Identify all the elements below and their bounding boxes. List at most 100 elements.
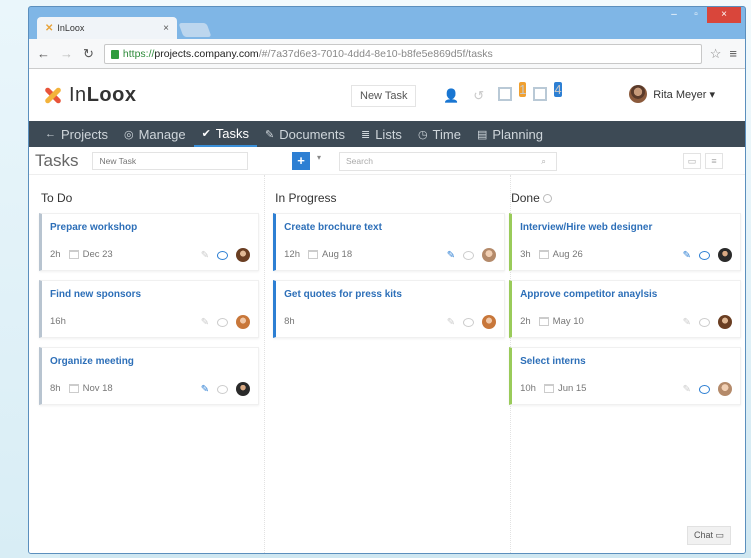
new-task-input[interactable] — [92, 151, 249, 170]
brand-logo[interactable]: In Loox — [41, 84, 136, 107]
task-title[interactable]: Interview/Hire web designer — [520, 222, 732, 233]
browser-menu-icon[interactable]: ≡ — [729, 46, 737, 61]
paperclip-icon[interactable]: ✎ — [683, 317, 691, 328]
info-icon[interactable] — [542, 194, 552, 203]
task-card[interactable]: Create brochure text 12h Aug 18 ✎ — [273, 213, 506, 271]
assignee-avatar[interactable] — [482, 315, 497, 329]
bookmark-star-icon[interactable]: ☆ — [710, 46, 722, 62]
list-view-icon[interactable]: ≡ — [705, 153, 723, 169]
assignee-avatar[interactable] — [718, 315, 733, 329]
notifications-icon[interactable]: 1 — [498, 82, 527, 104]
column-in-progress: In Progress Create brochure text 12h Aug … — [273, 175, 512, 553]
assignee-avatar[interactable] — [236, 315, 251, 329]
downloads-icon[interactable]: 4 — [533, 82, 562, 104]
tab-title: InLoox — [57, 23, 85, 33]
download-badge: 4 — [554, 82, 562, 97]
window-controls: – ▫ × — [663, 7, 741, 23]
calendar-icon — [68, 384, 79, 393]
paperclip-icon[interactable]: ✎ — [201, 384, 209, 395]
view-toggle: ▭ ≡ — [683, 153, 723, 169]
search-placeholder: Search — [346, 156, 373, 166]
assignee-avatar[interactable] — [236, 248, 251, 262]
back-arrow-icon[interactable]: ← — [37, 46, 50, 61]
add-user-icon[interactable]: 👤 — [443, 88, 459, 104]
url-input[interactable]: https://projects.company.com/#/7a37d6e3-… — [103, 43, 702, 64]
search-icon: ⌕ — [541, 156, 546, 166]
list-icon: ≣ — [360, 128, 371, 141]
column-divider — [264, 175, 266, 553]
forward-arrow-icon[interactable]: → — [60, 46, 73, 61]
user-menu[interactable]: Rita Meyer ▾ — [629, 85, 715, 103]
task-card[interactable]: Organize meeting 8h Nov 18 ✎ — [39, 347, 260, 405]
comment-icon[interactable] — [699, 317, 711, 327]
task-card[interactable]: Select interns 10h Jun 15 ✎ — [509, 347, 742, 405]
new-tab-button[interactable] — [178, 23, 212, 37]
minimize-button[interactable]: – — [663, 7, 685, 23]
nav-lists[interactable]: ≣ Lists — [353, 121, 410, 147]
card-view-icon[interactable]: ▭ — [683, 153, 701, 169]
nav-tasks[interactable]: ✔ Tasks — [193, 121, 258, 147]
tab-close-icon[interactable]: × — [163, 23, 169, 34]
task-card[interactable]: Prepare workshop 2h Dec 23 ✎ — [39, 213, 260, 271]
chat-button[interactable]: Chat ▭ — [686, 526, 731, 545]
avatar — [629, 85, 648, 103]
maximize-button[interactable]: ▫ — [685, 7, 707, 23]
comment-icon[interactable] — [217, 317, 229, 327]
comment-icon[interactable] — [463, 250, 475, 260]
paperclip-icon[interactable]: ✎ — [683, 250, 691, 261]
task-card[interactable]: Find new sponsors 16h ✎ — [39, 280, 260, 338]
nav-manage[interactable]: ◎ Manage — [116, 121, 194, 147]
browser-window: ✕ InLoox × – ▫ × ← → ↻ https://projects.… — [28, 6, 746, 554]
history-icon[interactable]: ↺ — [473, 88, 484, 104]
inloox-logo-icon — [41, 84, 63, 106]
task-duration: 2h — [50, 249, 61, 260]
task-meta: 8h — [284, 316, 295, 327]
url-host: projects.company.com — [154, 47, 259, 60]
url-path: /#/7a37d6e3-7010-4dd4-8e10-b8fe5e869d5f/… — [258, 47, 493, 60]
task-meta: 2h May 10 — [520, 316, 584, 327]
brand-prefix: In — [69, 83, 87, 106]
task-icons: ✎ — [201, 248, 251, 262]
close-window-button[interactable]: × — [707, 7, 741, 23]
task-title[interactable]: Prepare workshop — [50, 222, 250, 233]
task-title[interactable]: Create brochure text — [284, 222, 496, 233]
search-input[interactable]: Search ⌕ — [339, 152, 557, 171]
comment-icon[interactable] — [699, 384, 711, 394]
back-arrow-icon: ← — [45, 128, 56, 140]
task-card[interactable]: Get quotes for press kits 8h ✎ — [273, 280, 506, 338]
comment-icon[interactable] — [699, 250, 711, 260]
task-title[interactable]: Organize meeting — [50, 356, 250, 367]
new-task-button[interactable]: New Task — [351, 85, 417, 107]
address-bar: ← → ↻ https://projects.company.com/#/7a3… — [29, 39, 745, 69]
nav-documents[interactable]: ✎ Documents — [257, 121, 353, 147]
browser-tab[interactable]: ✕ InLoox × — [37, 17, 177, 39]
chevron-down-icon[interactable]: ▾ — [317, 153, 321, 162]
comment-icon[interactable] — [217, 384, 229, 394]
nav-time[interactable]: ◷ Time — [410, 121, 469, 147]
paperclip-icon[interactable]: ✎ — [447, 250, 455, 261]
task-card[interactable]: Approve competitor anaylsis 2h May 10 ✎ — [509, 280, 742, 338]
task-title[interactable]: Approve competitor anaylsis — [520, 289, 732, 300]
task-meta: 12h Aug 18 — [284, 249, 352, 260]
assignee-avatar[interactable] — [718, 382, 733, 396]
main-navigation: ← Projects ◎ Manage ✔ Tasks ✎ Documents ≣ Lis… — [29, 121, 745, 147]
assignee-avatar[interactable] — [482, 248, 497, 262]
comment-icon[interactable] — [463, 317, 475, 327]
paperclip-icon[interactable]: ✎ — [683, 384, 691, 395]
paperclip-icon[interactable]: ✎ — [201, 250, 209, 261]
nav-planning[interactable]: ▤ Planning — [469, 121, 551, 147]
comment-icon[interactable] — [217, 250, 229, 260]
assignee-avatar[interactable] — [236, 382, 251, 396]
assignee-avatar[interactable] — [718, 248, 733, 262]
task-title[interactable]: Get quotes for press kits — [284, 289, 496, 300]
task-title[interactable]: Select interns — [520, 356, 732, 367]
task-card[interactable]: Interview/Hire web designer 3h Aug 26 ✎ — [509, 213, 742, 271]
task-title[interactable]: Find new sponsors — [50, 289, 250, 300]
reload-icon[interactable]: ↻ — [83, 46, 94, 62]
add-task-button[interactable]: + — [292, 152, 310, 170]
nav-projects[interactable]: ← Projects — [37, 121, 116, 147]
column-done: Done Interview/Hire web designer 3h Aug 2… — [509, 175, 742, 553]
paperclip-icon[interactable]: ✎ — [447, 317, 455, 328]
paperclip-icon[interactable]: ✎ — [201, 317, 209, 328]
paperclip-icon: ✎ — [265, 128, 275, 141]
